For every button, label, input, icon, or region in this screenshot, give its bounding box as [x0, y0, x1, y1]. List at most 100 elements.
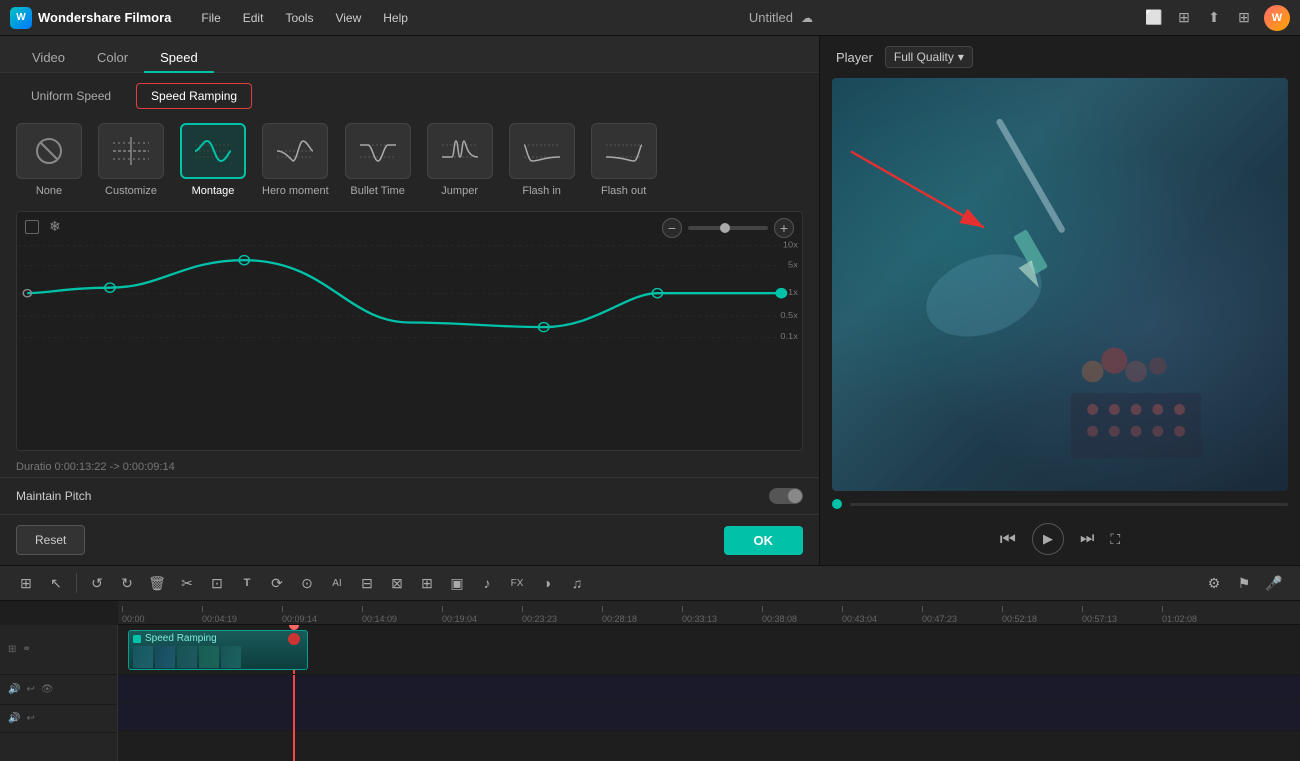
progress-track[interactable] — [850, 503, 1288, 506]
zoom-handle[interactable] — [720, 223, 730, 233]
toolbar-redo-btn[interactable]: ↻ — [113, 569, 141, 597]
maintain-pitch-row: Maintain Pitch — [0, 477, 819, 514]
menu-tools[interactable]: Tools — [275, 7, 323, 29]
toolbar-text-btn[interactable]: T — [233, 569, 261, 597]
ruler-mark-5: 00:23:23 — [522, 606, 602, 624]
toolbar-mic-btn[interactable]: 🎤 — [1260, 569, 1288, 597]
toolbar-split-btn[interactable]: ⊠ — [383, 569, 411, 597]
wave-left-controls: ❄ — [25, 218, 61, 235]
toolbar-fx-btn[interactable]: FX — [503, 569, 531, 597]
zoom-slider[interactable] — [688, 226, 768, 230]
toolbar-sound-btn[interactable]: ♫ — [563, 569, 591, 597]
toolbar-crop-btn[interactable]: ⊡ — [203, 569, 231, 597]
menu-file[interactable]: File — [191, 7, 230, 29]
maintain-pitch-toggle[interactable] — [769, 488, 803, 504]
toolbar-right: ⚙ ⚑ 🎤 — [1200, 569, 1288, 597]
snowflake-icon[interactable]: ❄ — [49, 218, 61, 235]
ruler-mark-6: 00:28:18 — [602, 606, 682, 624]
monitor-icon[interactable]: ⬜ — [1144, 8, 1164, 28]
ruler-mark-8: 00:38:08 — [762, 606, 842, 624]
track-v1-number: ⊞ — [8, 644, 16, 655]
track-label-audio-2: 🔊 ↩ — [0, 705, 117, 733]
toolbar-sliders-btn[interactable]: ⊟ — [353, 569, 381, 597]
sub-tab-uniform[interactable]: Uniform Speed — [16, 83, 126, 109]
preset-bullet-icon — [345, 123, 411, 179]
chevron-down-icon: ▾ — [958, 50, 964, 64]
sub-tab-ramping[interactable]: Speed Ramping — [136, 83, 252, 109]
toolbar-undo-btn[interactable]: ↺ — [83, 569, 111, 597]
track-label-video: ⊞ ⚭ — [0, 625, 117, 675]
speed-curve: 10x 5x 1x 0.5x 0.1x — [17, 240, 802, 350]
track-a1-eye: 👁 — [41, 684, 54, 695]
player-controls: ⏮ ▶ ⏭ ⛶ — [820, 517, 1300, 565]
right-panel: Player Full Quality ▾ — [820, 36, 1300, 565]
preset-none[interactable]: None — [16, 123, 82, 197]
timeline-ruler: 00:00 00:04:19 00:09:14 00:14:09 00:19:0… — [118, 601, 1300, 625]
preset-hero-moment[interactable]: Hero moment — [262, 123, 329, 197]
maintain-pitch-label: Maintain Pitch — [16, 489, 91, 503]
menu-help[interactable]: Help — [373, 7, 418, 29]
playback-position[interactable] — [832, 499, 842, 509]
timeline: 00:00 00:04:19 00:09:14 00:14:09 00:19:0… — [0, 601, 1300, 761]
quality-select[interactable]: Full Quality ▾ — [885, 46, 973, 68]
step-forward-button[interactable]: ⏭ — [1080, 530, 1094, 548]
toolbar-flag-btn[interactable]: ⚑ — [1230, 569, 1258, 597]
tab-speed[interactable]: Speed — [144, 44, 214, 73]
preset-customize[interactable]: Customize — [98, 123, 164, 197]
preset-flash-in[interactable]: Flash in — [509, 123, 575, 197]
toolbar-ai-btn[interactable]: AI — [323, 569, 351, 597]
player-label: Player — [836, 50, 873, 65]
track-content: Speed Ramping — [118, 625, 1300, 761]
toolbar-cursor-btn[interactable]: ↖ — [42, 569, 70, 597]
preset-flash-in-label: Flash in — [522, 185, 561, 197]
layout-icon[interactable]: ⊞ — [1174, 8, 1194, 28]
ruler-mark-1: 00:04:19 — [202, 606, 282, 624]
playhead-line — [293, 625, 295, 761]
checkbox[interactable] — [25, 220, 39, 234]
track-a1-number: 🔊 — [8, 684, 20, 695]
toolbar-color-btn[interactable]: ◑ — [533, 569, 561, 597]
step-back-button[interactable]: ⏮ — [1000, 529, 1016, 550]
sub-tabs: Uniform Speed Speed Ramping — [0, 73, 819, 119]
toolbar-target-btn[interactable]: ⊙ — [293, 569, 321, 597]
playhead-marker — [288, 633, 300, 645]
grid-icon[interactable]: ⊞ — [1234, 8, 1254, 28]
menu-bar: File Edit Tools View Help — [191, 7, 418, 29]
track-labels: ⊞ ⚭ 🔊 ↩ 👁 🔊 ↩ — [0, 625, 118, 761]
toolbar-grid-btn[interactable]: ⊞ — [12, 569, 40, 597]
tab-video[interactable]: Video — [16, 44, 81, 73]
menu-edit[interactable]: Edit — [233, 7, 274, 29]
play-button[interactable]: ▶ — [1032, 523, 1064, 555]
track-a2-link: ↩ — [26, 713, 34, 724]
reset-button[interactable]: Reset — [16, 525, 85, 555]
cloud-icon: ☁ — [801, 11, 813, 25]
toolbar-join-btn[interactable]: ⊞ — [413, 569, 441, 597]
toolbar-scissors-btn[interactable]: ✂ — [173, 569, 201, 597]
fullscreen-button[interactable]: ⛶ — [1110, 531, 1120, 548]
menu-view[interactable]: View — [325, 7, 371, 29]
toolbar-audio-btn[interactable]: ♪ — [473, 569, 501, 597]
speed-ramp-badge: Speed Ramping — [133, 633, 217, 644]
video-preview — [832, 78, 1288, 491]
zoom-in-button[interactable]: + — [774, 218, 794, 238]
video-clip[interactable]: Speed Ramping — [128, 630, 308, 670]
preset-flash-out[interactable]: Flash out — [591, 123, 657, 197]
toolbar-rotate-btn[interactable]: ⟳ — [263, 569, 291, 597]
timeline-tracks: ⊞ ⚭ 🔊 ↩ 👁 🔊 ↩ — [0, 625, 1300, 761]
preset-montage[interactable]: Montage — [180, 123, 246, 197]
zoom-out-button[interactable]: − — [662, 218, 682, 238]
preset-hero-label: Hero moment — [262, 185, 329, 197]
svg-text:10x: 10x — [783, 240, 799, 249]
svg-text:0.5x: 0.5x — [780, 310, 798, 319]
tab-color[interactable]: Color — [81, 44, 144, 73]
preset-bullet-time[interactable]: Bullet Time — [345, 123, 411, 197]
ok-button[interactable]: OK — [724, 526, 804, 555]
cloud-upload-icon[interactable]: ⬆ — [1204, 8, 1224, 28]
toolbar-clip-btn[interactable]: ▣ — [443, 569, 471, 597]
svg-text:5x: 5x — [788, 260, 798, 269]
user-avatar[interactable]: W — [1264, 5, 1290, 31]
toolbar: ⊞ ↖ ↺ ↻ 🗑 ✂ ⊡ T ⟳ ⊙ AI ⊟ ⊠ ⊞ ▣ ♪ FX ◑ ♫ … — [0, 565, 1300, 601]
toolbar-delete-btn[interactable]: 🗑 — [143, 569, 171, 597]
toolbar-settings-btn[interactable]: ⚙ — [1200, 569, 1228, 597]
preset-jumper[interactable]: Jumper — [427, 123, 493, 197]
